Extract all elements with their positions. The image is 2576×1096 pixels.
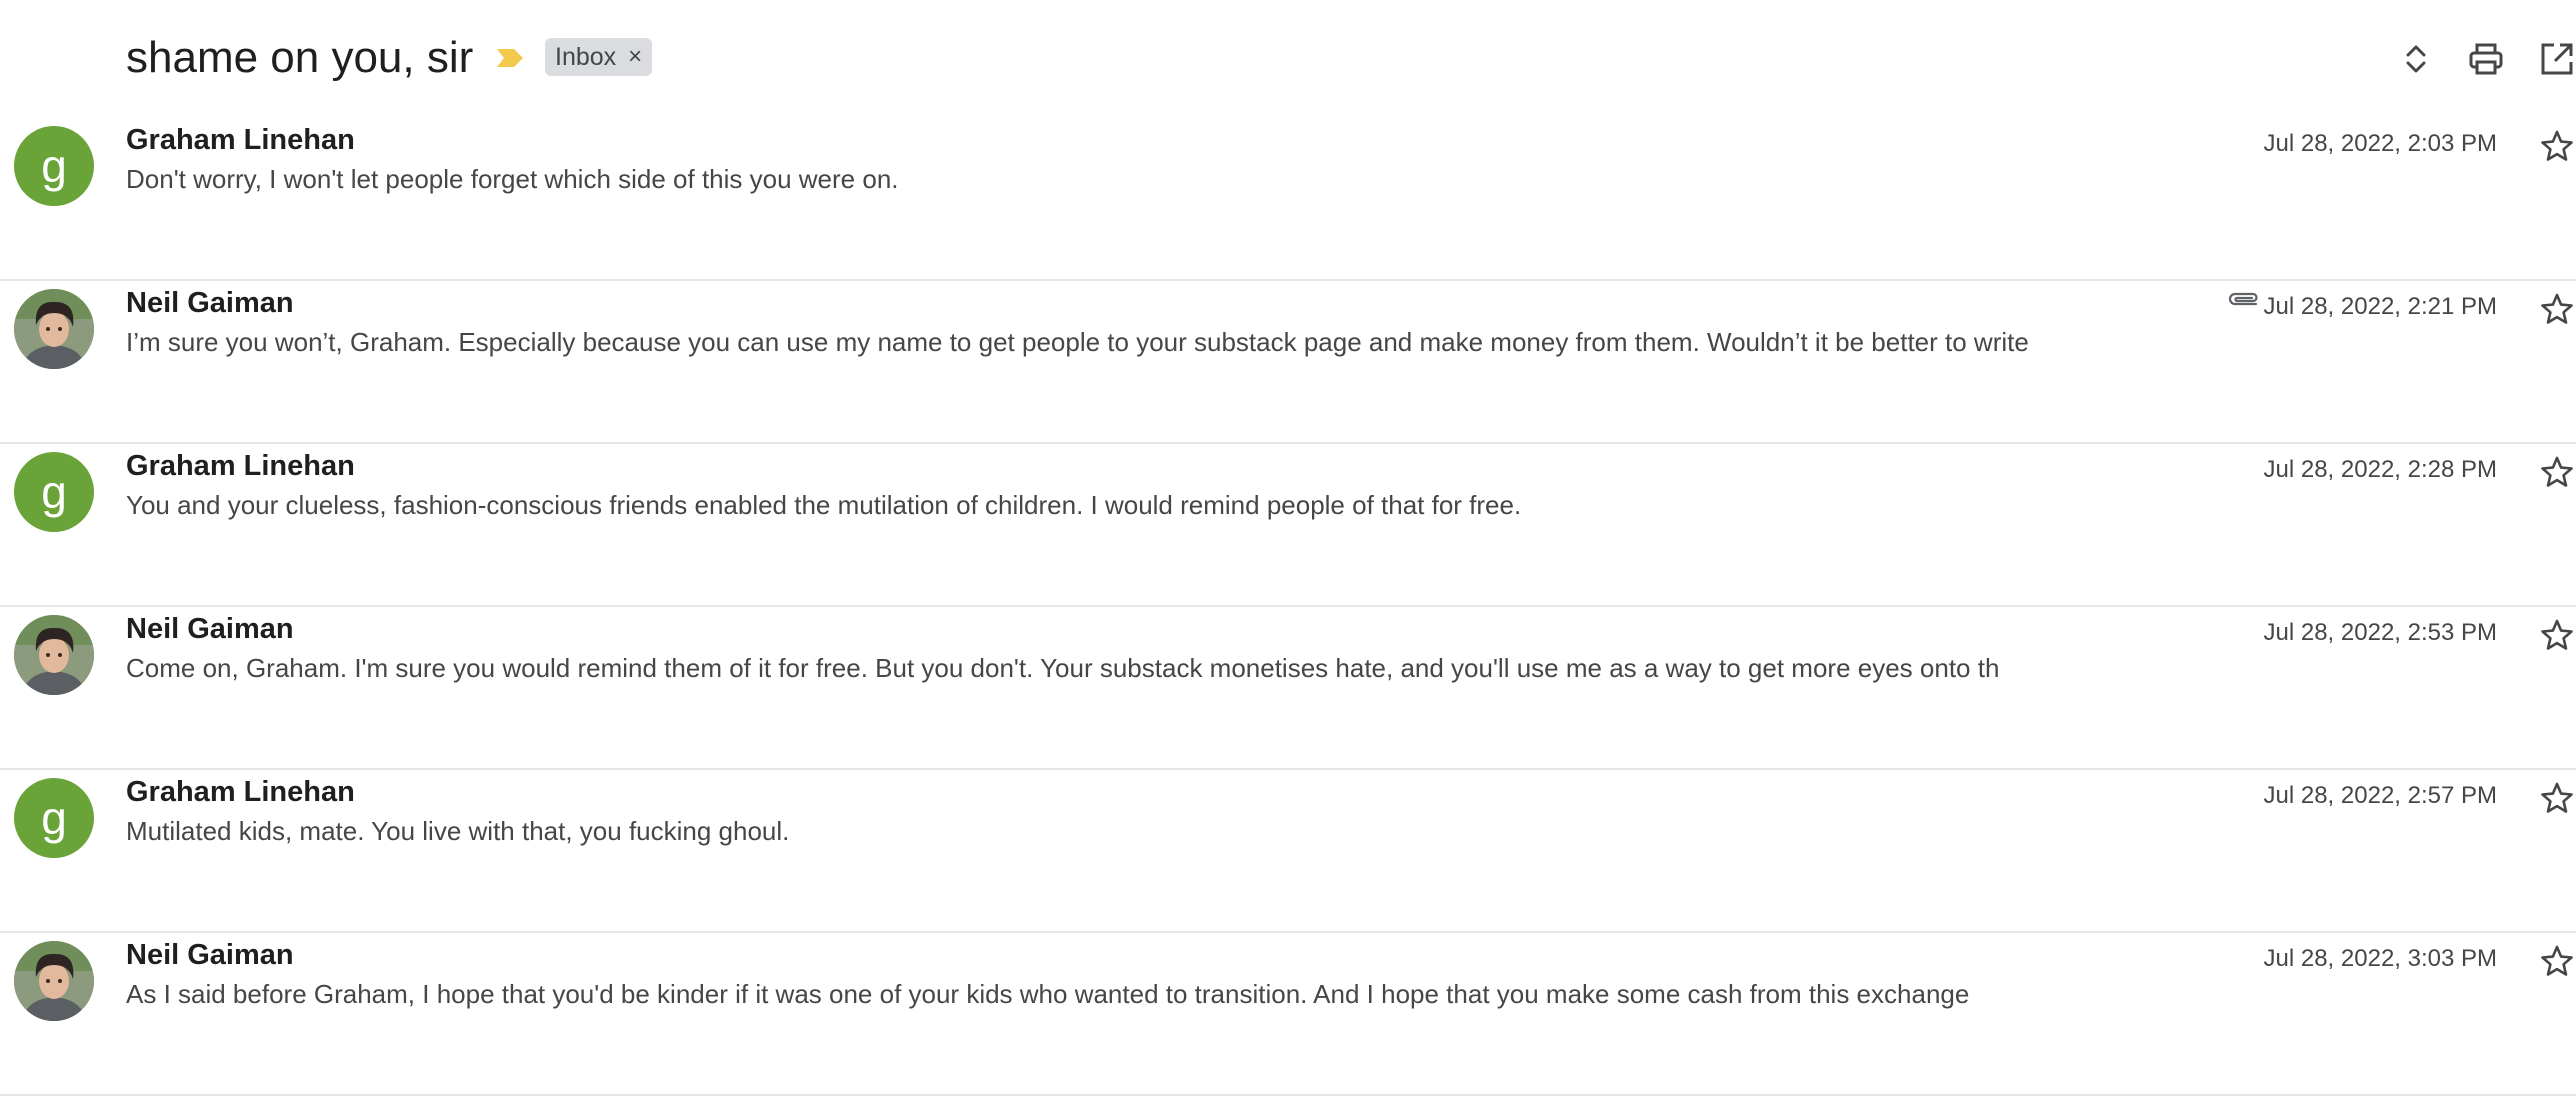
star-icon[interactable]	[2540, 781, 2574, 815]
sender-avatar-photo[interactable]	[14, 615, 94, 695]
sender-avatar-photo[interactable]	[14, 941, 94, 1021]
sender-name[interactable]: Neil Gaiman	[126, 613, 294, 646]
label-chip-text: Inbox	[555, 42, 617, 71]
sender-name[interactable]: Neil Gaiman	[126, 939, 294, 972]
message-row[interactable]: Neil Gaiman I’m sure you won’t, Graham. E…	[0, 281, 2576, 444]
remove-label-button[interactable]: ×	[628, 43, 642, 71]
thread-header: shame on you, sir Inbox ×	[0, 0, 2576, 118]
star-icon[interactable]	[2540, 129, 2574, 163]
avatar-photo-image	[14, 941, 94, 1021]
message-date: Jul 28, 2022, 2:21 PM	[2263, 293, 2497, 320]
message-snippet[interactable]: Don't worry, I won't let people forget w…	[126, 164, 2056, 195]
sender-avatar[interactable]: g	[14, 778, 94, 858]
attachment-icon	[2228, 292, 2258, 306]
avatar-letter: g	[41, 466, 67, 518]
star-icon[interactable]	[2540, 618, 2574, 652]
message-row[interactable]: g Graham Linehan Don't worry, I won't let …	[0, 118, 2576, 281]
sender-avatar[interactable]: g	[14, 452, 94, 532]
message-row[interactable]: g Graham Linehan Mutilated kids, mate. You…	[0, 770, 2576, 933]
message-row[interactable]: g Graham Linehan You and your clueless, fa…	[0, 444, 2576, 607]
label-chip-inbox: Inbox ×	[545, 38, 653, 76]
message-row[interactable]: Neil Gaiman As I said before Graham, I ho…	[0, 933, 2576, 1096]
sender-avatar-photo[interactable]	[14, 289, 94, 369]
message-date: Jul 28, 2022, 2:03 PM	[2263, 130, 2497, 157]
message-snippet[interactable]: Mutilated kids, mate. You live with that…	[126, 816, 2056, 847]
message-date: Jul 28, 2022, 3:03 PM	[2263, 945, 2497, 972]
message-date: Jul 28, 2022, 2:53 PM	[2263, 619, 2497, 646]
open-in-new-window-icon[interactable]	[2538, 40, 2576, 78]
sender-name[interactable]: Neil Gaiman	[126, 287, 294, 320]
message-snippet[interactable]: As I said before Graham, I hope that you…	[126, 979, 2056, 1010]
message-date: Jul 28, 2022, 2:28 PM	[2263, 456, 2497, 483]
star-icon[interactable]	[2540, 944, 2574, 978]
message-snippet[interactable]: Come on, Graham. I'm sure you would remi…	[126, 653, 2056, 684]
message-thread: g Graham Linehan Don't worry, I won't let …	[0, 118, 2576, 1096]
avatar-photo-image	[14, 289, 94, 369]
sender-name[interactable]: Graham Linehan	[126, 776, 355, 809]
star-icon[interactable]	[2540, 455, 2574, 489]
importance-marker-icon[interactable]	[495, 43, 525, 73]
sender-avatar[interactable]: g	[14, 126, 94, 206]
star-icon[interactable]	[2540, 292, 2574, 326]
message-row[interactable]: Neil Gaiman Come on, Graham. I'm sure you…	[0, 607, 2576, 770]
sender-name[interactable]: Graham Linehan	[126, 450, 355, 483]
thread-subject: shame on you, sir	[126, 33, 474, 82]
avatar-letter: g	[41, 792, 67, 844]
print-icon[interactable]	[2467, 40, 2505, 78]
message-snippet[interactable]: You and your clueless, fashion-conscious…	[126, 490, 2056, 521]
message-date: Jul 28, 2022, 2:57 PM	[2263, 782, 2497, 809]
avatar-photo-image	[14, 615, 94, 695]
avatar-letter: g	[41, 140, 67, 192]
expand-collapse-icon[interactable]	[2397, 40, 2435, 78]
sender-name[interactable]: Graham Linehan	[126, 124, 355, 157]
message-snippet[interactable]: I’m sure you won’t, Graham. Especially b…	[126, 327, 2056, 358]
